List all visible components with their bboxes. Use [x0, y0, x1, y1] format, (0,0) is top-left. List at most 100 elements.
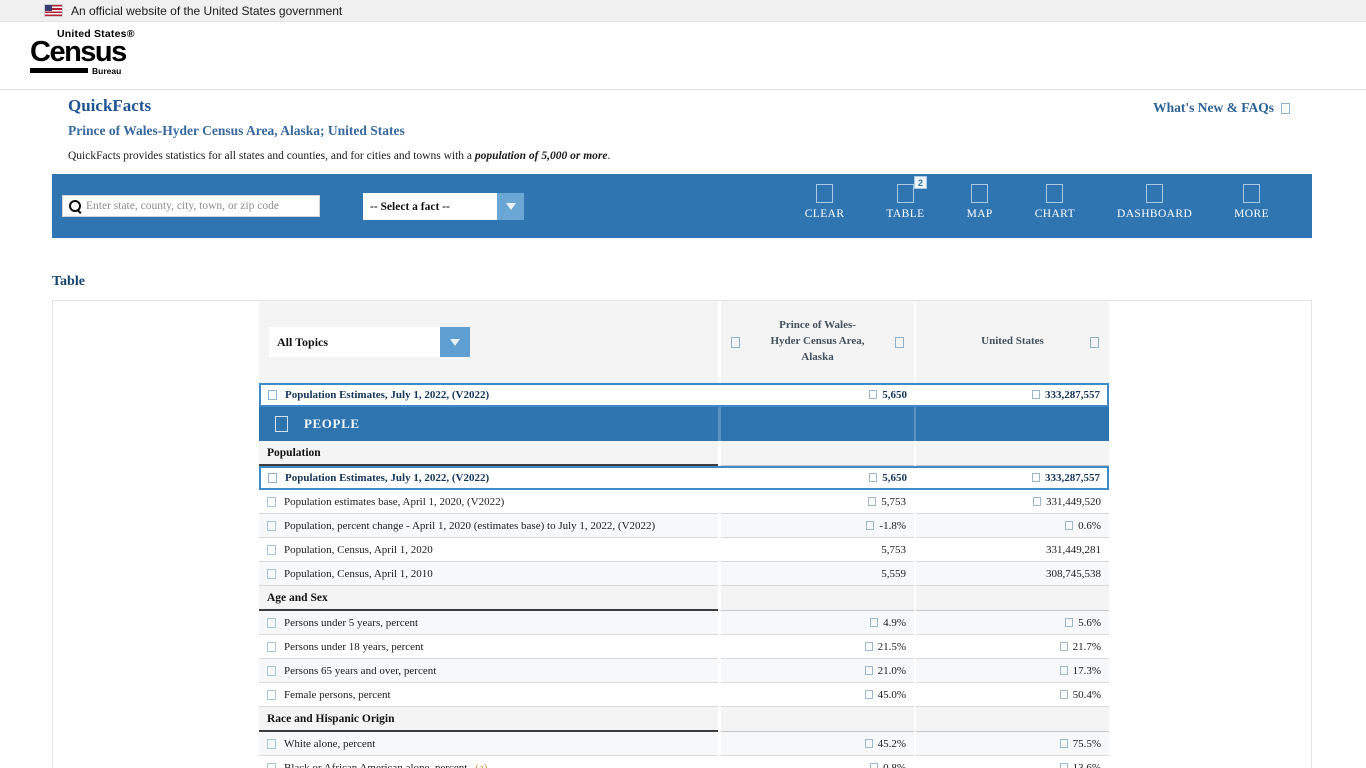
table-section-row: Race and Hispanic Origin — [53, 707, 1311, 732]
column-header-geography[interactable]: Prince of Wales-Hyder Census Area, Alask… — [721, 301, 914, 383]
chevron-down-icon[interactable] — [440, 327, 470, 357]
highlighted-fact-row[interactable]: Population Estimates, July 1, 2022, (V20… — [259, 383, 1109, 407]
column-header-united-states[interactable]: United States — [916, 301, 1109, 383]
info-icon[interactable] — [267, 641, 276, 652]
table-row: Black or African American alone, percent… — [53, 756, 1311, 768]
value-cell: 5,650 — [721, 389, 914, 401]
fact-value: 0.8% — [883, 761, 906, 768]
info-icon[interactable] — [267, 738, 276, 749]
column-divider — [718, 407, 721, 441]
fact-label: Population, Census, April 1, 2010 — [284, 567, 433, 580]
info-icon[interactable] — [268, 390, 277, 400]
fact-value: -1.8% — [879, 519, 906, 532]
quickfacts-table: All Topics Prince of Wales-Hyder Census … — [52, 300, 1312, 768]
value-flag-icon — [1065, 521, 1074, 530]
logo-bureau: Bureau — [92, 65, 122, 76]
page-title: QuickFacts — [68, 96, 152, 115]
search-input[interactable] — [86, 196, 319, 216]
value-flag-icon — [864, 642, 873, 651]
value-cell: 21.7% — [916, 635, 1109, 659]
fact-value: 13.6% — [1072, 761, 1101, 768]
fact-value: 5,650 — [882, 472, 907, 484]
section-empty-cell — [916, 707, 1109, 732]
info-icon[interactable] — [267, 568, 276, 579]
fact-value: 17.3% — [1072, 664, 1101, 677]
value-cell: 21.0% — [721, 659, 914, 683]
footnote-link[interactable]: (a) — [475, 762, 487, 768]
value-cell: 0.8% — [721, 756, 914, 768]
table-row: Population, Census, April 1, 2020 5,753 33… — [53, 538, 1311, 562]
category-label: PEOPLE — [304, 416, 360, 431]
table-row: Female persons, percent 45.0% 50.4% — [53, 683, 1311, 707]
info-icon[interactable] — [268, 473, 277, 483]
table-body: Population Estimates, July 1, 2022, (V20… — [53, 383, 1311, 768]
column-icon[interactable] — [895, 336, 904, 348]
chart-icon — [1046, 184, 1064, 203]
value-flag-icon — [870, 763, 879, 768]
info-icon[interactable] — [267, 762, 276, 768]
table-row: Persons under 5 years, percent 4.9% 5.6% — [53, 611, 1311, 635]
fact-value: 308,745,538 — [1046, 567, 1101, 580]
highlighted-fact-row[interactable]: Population Estimates, July 1, 2022, (V20… — [259, 466, 1109, 490]
all-topics-dropdown[interactable]: All Topics — [269, 327, 470, 357]
info-icon[interactable] — [267, 689, 276, 700]
geography-search[interactable] — [62, 195, 320, 217]
value-cell: 75.5% — [916, 732, 1109, 756]
column-header-label: Prince of Wales-Hyder Census Area, Alask… — [770, 319, 865, 363]
value-cell: 5,753 — [721, 490, 914, 514]
toolbar-button-clear[interactable]: CLEAR — [784, 184, 866, 220]
value-cell: -1.8% — [721, 514, 914, 538]
table-icon: 2 — [896, 176, 927, 203]
fact-value: 5,753 — [881, 495, 906, 508]
value-cell: 331,449,520 — [916, 490, 1109, 514]
info-icon[interactable] — [267, 496, 276, 507]
select-a-fact-dropdown[interactable]: -- Select a fact -- — [363, 193, 524, 220]
whats-new-link[interactable]: What's New & FAQs — [1153, 100, 1290, 116]
value-cell: 17.3% — [916, 659, 1109, 683]
all-topics-label: All Topics — [277, 334, 329, 349]
description-emphasis: population of 5,000 or more — [474, 150, 608, 162]
clear-icon — [816, 184, 834, 203]
page-description: QuickFacts provides statistics for all s… — [52, 150, 1312, 162]
toolbar-button-chart[interactable]: CHART — [1014, 184, 1096, 220]
chevron-down-icon[interactable] — [497, 193, 524, 220]
value-cell: 308,745,538 — [916, 562, 1109, 586]
toolbar-button-table[interactable]: 2 TABLE — [865, 176, 945, 220]
value-flag-icon — [1032, 390, 1040, 399]
info-icon[interactable] — [267, 520, 276, 531]
info-icon[interactable] — [267, 617, 276, 628]
toolbar-button-dashboard[interactable]: DASHBOARD — [1096, 184, 1213, 220]
fact-value: 4.9% — [883, 616, 906, 629]
value-flag-icon — [1059, 642, 1068, 651]
table-row: Population, percent change - April 1, 20… — [53, 514, 1311, 538]
fact-value: 45.0% — [877, 688, 906, 701]
search-band: -- Select a fact -- CLEAR 2 TABLE MAP CHART D… — [52, 174, 1312, 238]
section-empty-cell — [721, 586, 914, 611]
toolbar-button-map[interactable]: MAP — [946, 184, 1014, 220]
value-cell: 13.6% — [916, 756, 1109, 768]
value-cell: 5,753 — [721, 538, 914, 562]
column-icon[interactable] — [731, 336, 740, 348]
column-divider — [914, 407, 916, 441]
fact-value: 5.6% — [1078, 616, 1101, 629]
toolbar-button-more[interactable]: MORE — [1213, 184, 1290, 220]
geography-subtitle: Prince of Wales-Hyder Census Area, Alask… — [68, 123, 405, 138]
value-cell: 45.0% — [721, 683, 914, 707]
info-icon[interactable] — [267, 544, 276, 555]
toolbar: CLEAR 2 TABLE MAP CHART DASHBOARD MORE — [784, 176, 1290, 220]
table-row: Persons under 18 years, percent 21.5% 21.7… — [53, 635, 1311, 659]
value-cell: 4.9% — [721, 611, 914, 635]
section-empty-cell — [721, 441, 914, 466]
value-flag-icon — [864, 666, 873, 675]
census-bureau-logo[interactable]: United States® Census Bureau — [30, 28, 150, 76]
category-band-people[interactable]: PEOPLE — [259, 407, 1109, 441]
value-cell: 333,287,557 — [914, 389, 1107, 401]
value-flag-icon — [868, 497, 877, 506]
column-icon[interactable] — [1089, 336, 1099, 348]
info-icon[interactable] — [267, 665, 276, 676]
fact-value: 331,449,520 — [1046, 495, 1101, 508]
whats-new-label: What's New & FAQs — [1153, 100, 1274, 115]
value-cell: 331,449,281 — [916, 538, 1109, 562]
section-empty-cell — [916, 586, 1109, 611]
table-row: Population estimates base, April 1, 2020… — [53, 490, 1311, 514]
